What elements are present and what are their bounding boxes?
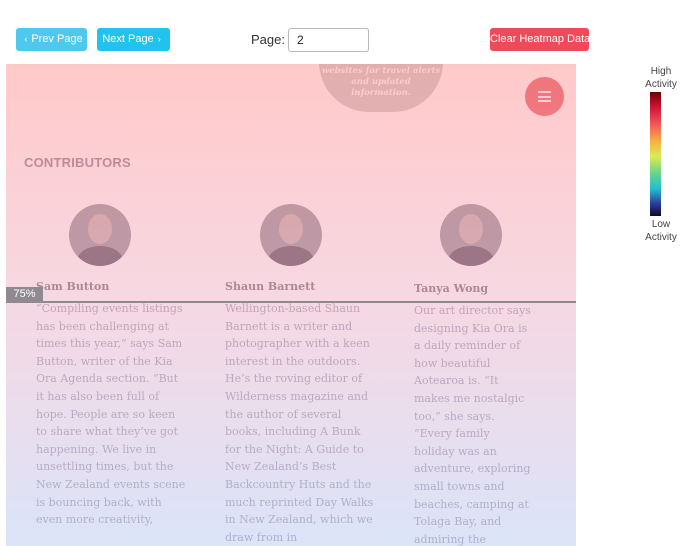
menu-icon-bar [538, 100, 551, 102]
next-page-label: Next Page [102, 33, 154, 45]
scroll-depth-label: 75% [6, 287, 43, 302]
menu-icon-bar [538, 91, 551, 93]
contributor-name: Shaun Barnett [225, 280, 316, 293]
prev-page-label: Prev Page [31, 33, 83, 45]
menu-button[interactable] [525, 77, 564, 116]
page-number-input[interactable] [288, 28, 369, 52]
next-page-button[interactable]: Next Page › [97, 28, 170, 51]
chevron-right-icon: › [157, 34, 161, 44]
contributor-bio: Our art director says designing Kia Ora … [414, 304, 531, 546]
section-title: CONTRIBUTORS [24, 155, 131, 170]
legend-high-label: High Activity [632, 65, 690, 91]
contributor-name: Tanya Wong [414, 282, 489, 295]
avatar [440, 204, 502, 266]
contributor-name: Sam Button [36, 280, 110, 293]
clear-heatmap-button[interactable]: Clear Heatmap Data [490, 28, 590, 51]
menu-icon-bar [538, 95, 551, 98]
heatmap-legend-bar [650, 92, 661, 216]
scroll-depth-line [6, 301, 576, 303]
legend-high-line: Activity [645, 79, 677, 90]
callout-line: websites for travel alerts [321, 66, 441, 76]
page-label: Page: [251, 32, 285, 47]
legend-high-line: High [650, 66, 672, 77]
callout-text: websites for travel alerts and updated i… [321, 66, 441, 99]
chevron-left-icon: ‹ [24, 34, 28, 44]
legend-low-line: Low [651, 219, 671, 230]
page-preview: websites for travel alerts and updated i… [6, 64, 576, 546]
legend-low-label: Low Activity [632, 218, 690, 244]
callout-line: information. [351, 88, 411, 98]
contributor-bio: Wellington-based Shaun Barnett is a writ… [225, 302, 374, 544]
avatar [260, 204, 322, 266]
callout-line: and updated [351, 77, 411, 87]
legend-low-line: Activity [645, 232, 677, 243]
avatar [69, 204, 131, 266]
contributor-bio: “Compiling events listings has been chal… [36, 302, 186, 527]
prev-page-button[interactable]: ‹ Prev Page [16, 28, 87, 51]
